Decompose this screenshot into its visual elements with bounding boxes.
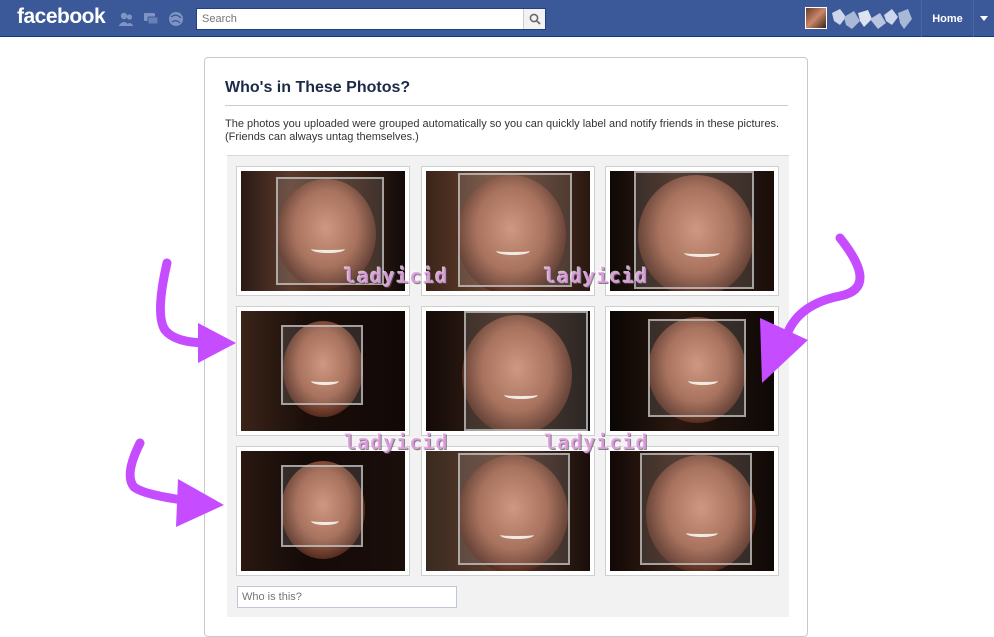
photo-thumbnail[interactable] [236, 446, 410, 576]
top-bar: facebook Home [0, 0, 994, 37]
photo-thumbnail[interactable] [605, 446, 779, 576]
face-tag-box[interactable] [640, 453, 752, 565]
home-link[interactable]: Home [921, 0, 973, 37]
title-divider [225, 105, 788, 106]
avatar[interactable] [805, 7, 827, 29]
photo-grid [227, 155, 789, 617]
search-icon [529, 13, 541, 25]
messages-icon[interactable] [142, 10, 160, 28]
account-menu-button[interactable] [973, 0, 994, 37]
photo-thumbnail[interactable] [421, 446, 595, 576]
watermark: ladyicid [344, 264, 449, 288]
face-tag-box[interactable] [281, 325, 363, 405]
photo-thumbnail[interactable] [236, 306, 410, 436]
annotation-arrow-right [760, 233, 865, 383]
search-button[interactable] [523, 9, 545, 29]
dialog-description: The photos you uploaded were grouped aut… [225, 118, 780, 143]
watermark: ladyicid [544, 264, 649, 288]
face-tag-box[interactable] [648, 319, 746, 417]
photo-thumbnail[interactable] [421, 306, 595, 436]
face-tag-box[interactable] [634, 171, 754, 289]
who-is-this-input[interactable] [237, 586, 457, 608]
dialog-title: Who's in These Photos? [225, 79, 411, 96]
annotation-arrow-left-upper [155, 258, 236, 363]
face-tag-box[interactable] [464, 311, 588, 431]
friend-requests-icon[interactable] [117, 10, 135, 28]
face-tag-box[interactable] [458, 453, 570, 565]
search-input[interactable] [197, 9, 519, 29]
profile-name-obscured[interactable] [830, 7, 914, 31]
face-tag-box[interactable] [281, 465, 363, 547]
notifications-icon[interactable] [167, 10, 185, 28]
facebook-logo[interactable]: facebook [17, 5, 106, 29]
search-box[interactable] [196, 8, 546, 30]
menu-caret-icon [980, 16, 988, 21]
watermark: ladyicid [344, 430, 449, 454]
annotation-arrow-left-lower [125, 438, 224, 527]
watermark: ladyicid [544, 430, 649, 454]
tag-photos-dialog: Who's in These Photos? The photos you up… [204, 57, 808, 637]
